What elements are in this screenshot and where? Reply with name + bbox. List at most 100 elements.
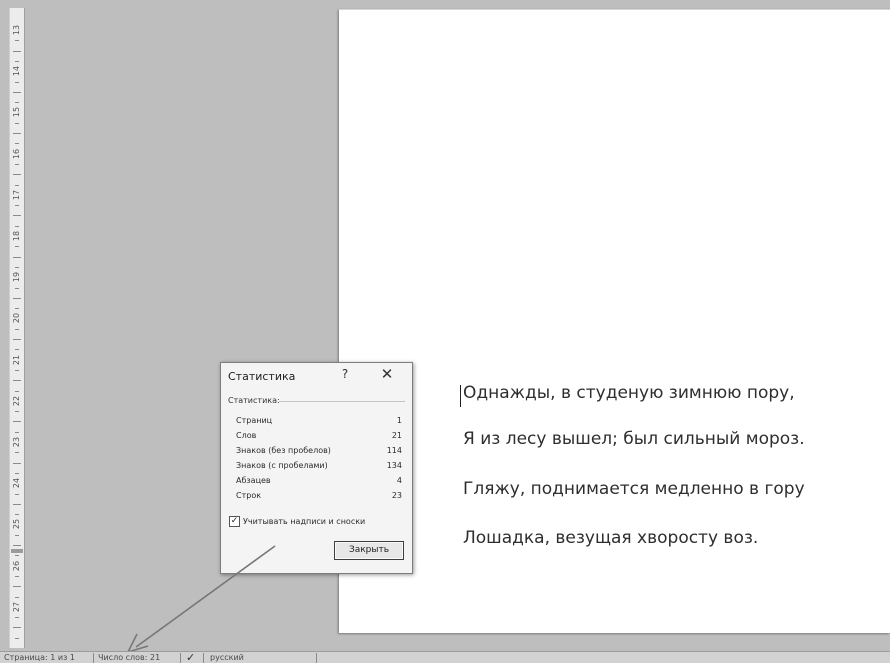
ruler-tick [15, 369, 19, 371]
ruler-tick [13, 256, 21, 258]
stat-row-paragraphs: Абзацев 4 [236, 476, 402, 488]
ruler-number: 15 [12, 107, 21, 118]
ruler-number: 20 [12, 313, 21, 324]
ruler-tick [15, 637, 19, 639]
status-language[interactable]: русский [210, 652, 244, 663]
stat-row-chars-with-spaces: Знаков (с пробелами) 134 [236, 461, 402, 473]
status-separator [93, 653, 94, 663]
document-page[interactable]: Однажды, в студеную зимнюю пору, Я из ле… [339, 9, 890, 633]
document-line[interactable]: Однажды, в студеную зимнюю пору, [463, 383, 795, 403]
ruler-tick [15, 514, 19, 516]
ruler-tick [15, 349, 19, 351]
stat-row-words: Слов 21 [236, 431, 402, 443]
status-separator [316, 653, 317, 663]
ruler-number: 13 [12, 24, 21, 36]
word-count-dialog: Статистика ? ✕ Статистика: Страниц 1 Сло… [220, 362, 413, 574]
include-textboxes-checkbox[interactable]: ✓ [229, 516, 240, 527]
ruler-tick [15, 81, 19, 83]
ruler-tick [15, 225, 19, 227]
ruler-number: 14 [12, 66, 21, 77]
ruler-tick [13, 91, 21, 93]
document-line[interactable]: Гляжу, поднимается медленно в гору [463, 479, 805, 499]
ruler-tick [15, 472, 19, 474]
ruler-number: 27 [12, 601, 21, 612]
ruler-tick [13, 339, 21, 340]
ruler-tick [15, 287, 19, 289]
page-top-edge [339, 9, 890, 10]
ruler-number: 21 [12, 354, 21, 365]
document-line[interactable]: Я из лесу вышел; был сильный мороз. [463, 429, 805, 449]
ruler-tick [15, 246, 19, 248]
ruler-tick [15, 452, 19, 454]
ruler-tick [15, 163, 19, 165]
ruler-number: 16 [12, 148, 21, 159]
ruler-tick [13, 215, 21, 217]
proofing-check-icon[interactable]: ✓ [186, 652, 195, 663]
stat-label: Знаков (с пробелами) [236, 461, 328, 470]
ruler-tick [13, 421, 21, 423]
close-icon[interactable]: ✕ [378, 365, 396, 383]
word-window: 13 14 15 16 17 18 19 20 21 22 23 24 25 26 27 Однажды, … [0, 0, 890, 663]
ruler-tick [15, 102, 19, 104]
ruler-tick [15, 205, 19, 207]
ruler-number: 22 [12, 395, 21, 406]
ruler-tick [15, 555, 19, 557]
ruler-number: 18 [12, 230, 21, 242]
ruler-tick [15, 60, 19, 62]
stat-value: 21 [391, 431, 402, 440]
ruler-tick [15, 431, 19, 433]
stat-label: Страниц [236, 416, 273, 425]
arrow-head [126, 633, 149, 654]
ruler-number: 26 [12, 560, 21, 571]
stat-value: 23 [391, 491, 402, 500]
stat-row-lines: Строк 23 [236, 491, 402, 503]
ruler-number: 25 [12, 519, 21, 530]
ruler-tick [15, 493, 19, 495]
statistics-group-label: Статистика: [228, 396, 280, 405]
help-icon[interactable]: ? [338, 367, 352, 381]
stat-label: Абзацев [236, 476, 271, 485]
ruler-tick [15, 143, 19, 145]
ruler-tick [15, 266, 19, 268]
stat-value: 134 [386, 461, 402, 470]
ruler-tick [15, 308, 19, 310]
ruler-tick [15, 596, 19, 598]
vertical-ruler[interactable]: 13 14 15 16 17 18 19 20 21 22 23 24 25 26 27 [9, 8, 25, 648]
ruler-number: 24 [12, 478, 21, 489]
ruler-tick [15, 617, 19, 619]
stat-row-pages: Страниц 1 [236, 416, 402, 428]
include-textboxes-label[interactable]: Учитывать надписи и сноски [243, 517, 365, 526]
document-line[interactable]: Лошадка, везущая хворосту воз. [463, 528, 758, 548]
ruler-tick [15, 328, 19, 330]
stat-value: 4 [396, 476, 402, 485]
ruler-tick [13, 50, 21, 52]
text-cursor [460, 385, 461, 407]
ruler-tick [13, 462, 21, 464]
ruler-tick [13, 545, 21, 546]
status-page-count[interactable]: Страница: 1 из 1 [4, 652, 75, 663]
ruler-tick [15, 411, 19, 413]
stat-label: Слов [236, 431, 257, 440]
status-separator [203, 653, 204, 663]
ruler-tick [13, 380, 21, 382]
ruler-tick [15, 534, 19, 536]
ruler-number: 23 [12, 436, 21, 448]
ruler-tick [15, 575, 19, 577]
close-button[interactable]: Закрыть [334, 541, 404, 560]
ruler-tick [15, 184, 19, 186]
status-word-count[interactable]: Число слов: 21 [98, 652, 160, 663]
group-divider [279, 401, 405, 402]
ruler-tick [13, 586, 21, 588]
ruler-tick [15, 390, 19, 392]
status-bar: Страница: 1 из 1 Число слов: 21 ✓ русски… [0, 651, 890, 663]
ruler-number: 17 [12, 189, 21, 200]
stat-value: 1 [396, 416, 402, 425]
dialog-title: Статистика [228, 370, 296, 383]
ruler-tick [15, 40, 19, 42]
status-separator [180, 653, 181, 663]
ruler-margin-marker[interactable] [11, 549, 23, 553]
ruler-number: 19 [12, 272, 21, 283]
ruler-tick [13, 627, 21, 629]
ruler-tick [13, 174, 21, 176]
ruler-tick [13, 297, 21, 299]
